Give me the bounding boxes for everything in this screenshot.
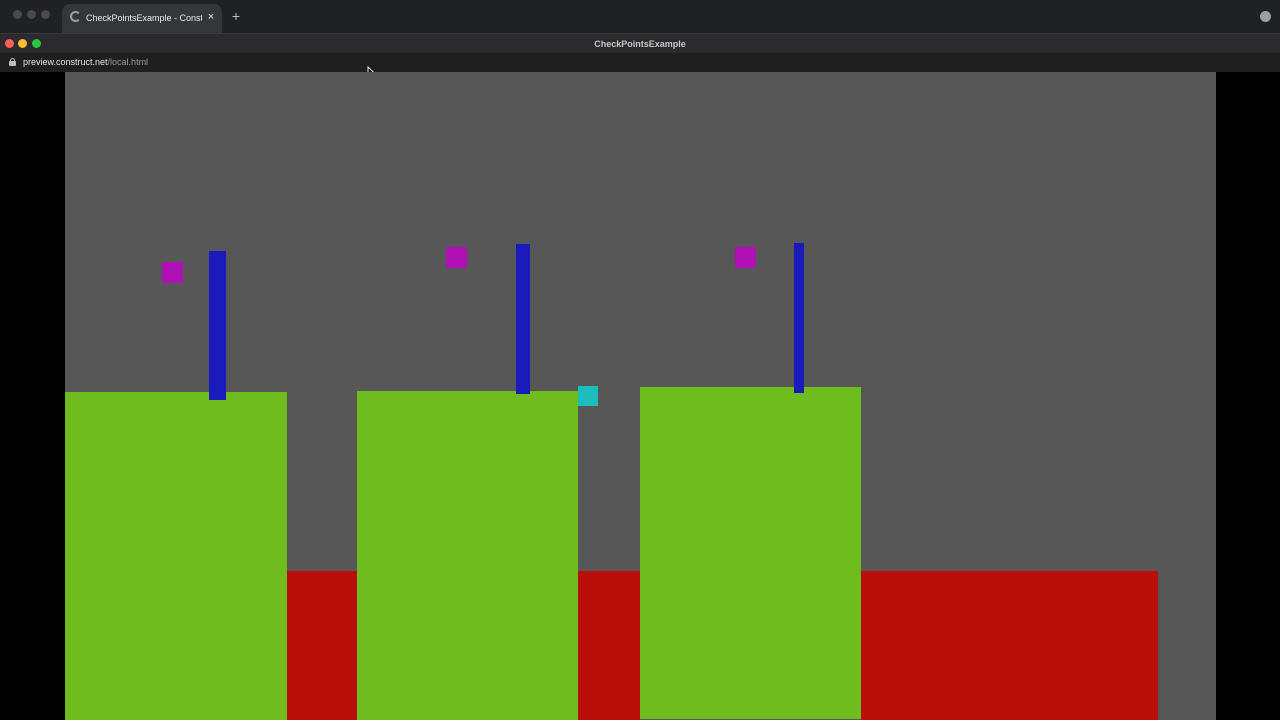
- window-close-dim-icon[interactable]: [13, 10, 22, 19]
- new-tab-button[interactable]: +: [229, 8, 243, 24]
- tab-close-icon[interactable]: ×: [205, 10, 217, 24]
- window-minimize-dim-icon[interactable]: [27, 10, 36, 19]
- construct-logo-icon: [70, 11, 81, 22]
- browser-tab-bar: CheckPointsExample - Construct 3 × +: [0, 0, 1280, 33]
- window-maximize-dim-icon[interactable]: [41, 10, 50, 19]
- tab-title: CheckPointsExample - Construct 3: [86, 13, 202, 23]
- lava-pit: [287, 571, 357, 720]
- collectible-block: [446, 247, 467, 268]
- ground-platform: [640, 387, 861, 719]
- ground-platform: [65, 392, 287, 720]
- checkpoint-post: [516, 244, 530, 394]
- window-title: CheckPointsExample: [594, 39, 686, 49]
- checkpoint-post: [794, 243, 804, 393]
- player-character: [578, 386, 598, 406]
- url-path: /local.html: [107, 57, 149, 67]
- lava-pit: [578, 571, 640, 720]
- url-text[interactable]: preview.construct.net/local.html: [23, 55, 148, 69]
- menu-icon[interactable]: [1260, 11, 1271, 22]
- url-host: preview.construct.net: [23, 57, 108, 67]
- game-viewport: [0, 72, 1280, 720]
- browser-tab[interactable]: CheckPointsExample - Construct 3 ×: [62, 4, 222, 33]
- lock-icon[interactable]: [9, 58, 16, 66]
- ground-platform: [357, 391, 578, 720]
- lava-pit: [861, 571, 1158, 720]
- game-canvas[interactable]: [65, 72, 1216, 720]
- address-bar[interactable]: [0, 53, 1280, 72]
- checkpoint-post: [209, 251, 226, 400]
- collectible-block: [162, 262, 183, 283]
- popup-window-titlebar: CheckPointsExample: [0, 33, 1280, 54]
- collectible-block: [735, 247, 756, 268]
